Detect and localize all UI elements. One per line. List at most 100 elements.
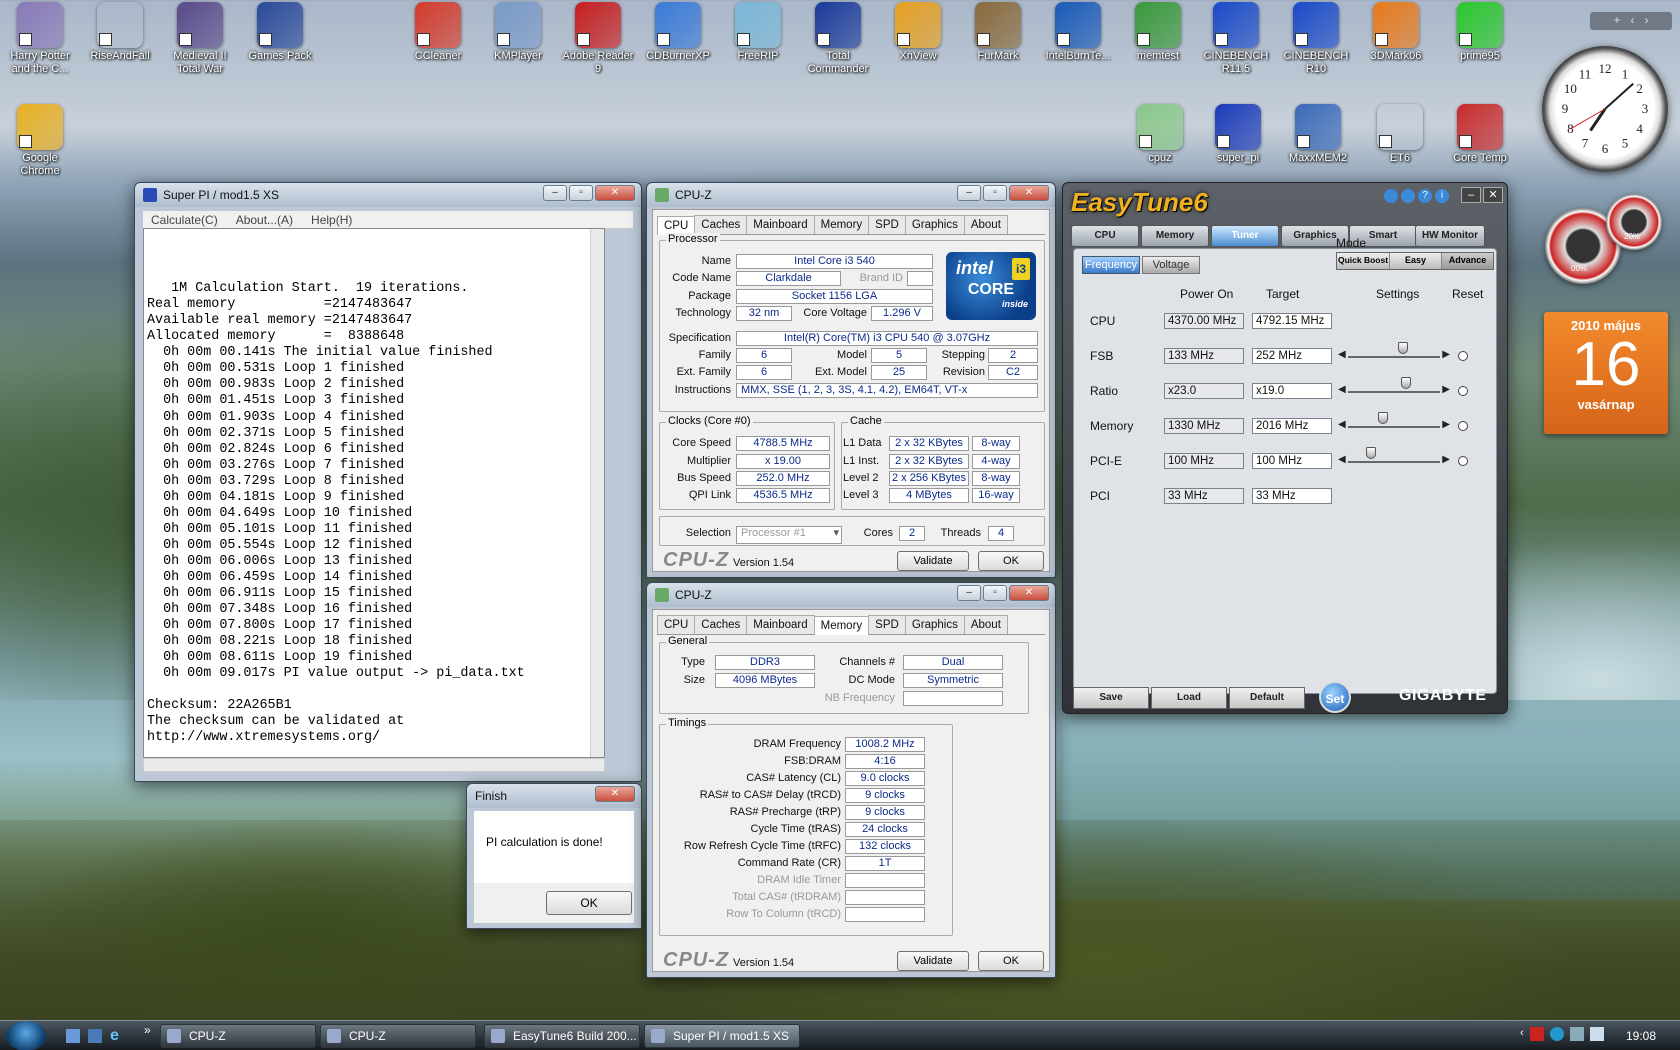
desktop-icon[interactable]: Games Pack <box>242 2 318 63</box>
desktop-icon[interactable]: RiseAndFall <box>82 2 158 63</box>
target-value[interactable]: 33 MHz <box>1252 488 1332 504</box>
tab-about[interactable]: About <box>963 215 1008 234</box>
tab-mainboard[interactable]: Mainboard <box>746 615 815 634</box>
cpuz-cpu-window[interactable]: CPU-Z – ▫ ✕ CPU Caches Mainboard Memory SPD Gra… <box>646 182 1056 578</box>
tab-mainboard[interactable]: Mainboard <box>746 215 815 234</box>
desktop-icon[interactable]: Harry Potter and the C... <box>2 2 78 76</box>
setting-slider-track[interactable]: ◀ ▶ <box>1338 342 1450 360</box>
finish-dialog[interactable]: Finish ✕ PI calculation is done! OK <box>466 783 642 929</box>
menu-about[interactable]: About...(A) <box>236 213 293 227</box>
mode-quick-boost[interactable]: Quick Boost <box>1337 253 1389 269</box>
subtab-voltage[interactable]: Voltage <box>1142 256 1200 274</box>
cpuz-titlebar[interactable]: CPU-Z – ▫ ✕ <box>647 183 1055 207</box>
validate-button[interactable]: Validate <box>897 951 969 971</box>
desktop-icon[interactable]: Adobe Reader 9 <box>560 2 636 76</box>
close-button[interactable]: ✕ <box>595 786 635 802</box>
setting-slider-knob[interactable] <box>1400 377 1411 389</box>
easytune-tab-hw-monitor[interactable]: HW Monitor <box>1415 225 1485 247</box>
desktop-icon[interactable]: Core Temp <box>1442 104 1518 165</box>
ok-button[interactable]: OK <box>978 951 1044 971</box>
desktop-icon[interactable]: MaxxMEM2 <box>1280 104 1356 165</box>
taskbar-clock[interactable]: 19:08 <box>1626 1029 1656 1043</box>
load-button[interactable]: Load <box>1151 687 1227 709</box>
superpi-window[interactable]: Super PI / mod1.5 XS – ▫ ✕ Calculate(C) Ab… <box>134 182 642 782</box>
reset-radio[interactable] <box>1458 351 1468 361</box>
close-button[interactable]: ✕ <box>1009 585 1049 601</box>
easytune-tab-tuner[interactable]: Tuner <box>1211 225 1279 247</box>
tab-caches[interactable]: Caches <box>694 215 748 234</box>
update-icon[interactable] <box>1384 189 1398 203</box>
target-value[interactable]: x19.0 <box>1252 383 1332 399</box>
desktop-icon[interactable]: prime95 <box>1442 2 1518 63</box>
tab-memory[interactable]: Memory <box>813 215 870 234</box>
slider-right-arrow[interactable]: ▶ <box>1442 384 1450 395</box>
tab-about[interactable]: About <box>963 615 1008 634</box>
mode-advance[interactable]: Advance <box>1441 253 1493 269</box>
validate-button[interactable]: Validate <box>897 551 969 571</box>
default-button[interactable]: Default <box>1229 687 1305 709</box>
web-icon[interactable] <box>1401 189 1415 203</box>
easytune-tab-memory[interactable]: Memory <box>1141 225 1209 247</box>
taskbar-item-easytune6[interactable]: EasyTune6 Build 200... <box>484 1024 640 1048</box>
set-button[interactable]: Set <box>1319 681 1351 713</box>
setting-slider-track[interactable]: ◀ ▶ <box>1338 412 1450 430</box>
cpuz-titlebar[interactable]: CPU-Z – ▫ ✕ <box>647 583 1055 607</box>
clock-gadget[interactable]: 12 1 2 3 4 5 6 7 8 9 10 11 <box>1542 46 1668 172</box>
tab-memory[interactable]: Memory <box>813 616 870 635</box>
close-button[interactable]: ✕ <box>1483 187 1503 203</box>
taskbar-item-cpuz-2[interactable]: CPU-Z <box>320 1024 476 1048</box>
selection-dropdown[interactable]: Processor #1 ▾ <box>736 526 842 544</box>
minimize-button[interactable]: – <box>543 185 567 201</box>
switch-windows-icon[interactable] <box>88 1029 102 1043</box>
target-value[interactable]: 2016 MHz <box>1252 418 1332 434</box>
maximize-button[interactable]: ▫ <box>983 585 1007 601</box>
desktop-icon[interactable]: CINEBENCH R11.5 <box>1198 2 1274 76</box>
target-value[interactable]: 252 MHz <box>1252 348 1332 364</box>
slider-left-arrow[interactable]: ◀ <box>1338 384 1346 395</box>
quicklaunch-chevron[interactable]: » <box>144 1023 151 1037</box>
maximize-button[interactable]: ▫ <box>569 185 593 201</box>
easytune-tab-cpu[interactable]: CPU <box>1071 225 1139 247</box>
start-button[interactable] <box>6 1021 46 1050</box>
calendar-gadget[interactable]: 2010 május 16 vasárnap <box>1544 312 1668 434</box>
slider-right-arrow[interactable]: ▶ <box>1442 349 1450 360</box>
vertical-scrollbar[interactable] <box>590 229 604 757</box>
tray-app-icon[interactable] <box>1549 1027 1564 1041</box>
desktop-icon[interactable]: IntelBurnTe... <box>1040 2 1116 63</box>
tab-graphics[interactable]: Graphics <box>904 615 965 634</box>
desktop-icon[interactable]: Total Commander <box>800 2 876 76</box>
cpuz-memory-window[interactable]: CPU-Z – ▫ ✕ CPU Caches Mainboard Memory SPD Gra… <box>646 582 1056 978</box>
tab-spd[interactable]: SPD <box>868 615 906 634</box>
desktop-icon[interactable]: ET6 <box>1362 104 1438 165</box>
desktop-icon[interactable]: FreeRIP <box>720 2 796 63</box>
reset-radio[interactable] <box>1458 456 1468 466</box>
reset-radio[interactable] <box>1458 386 1468 396</box>
easytune6-window[interactable]: EasyTune6 ? i – ✕ CPU Memory Tuner Graphics… <box>1062 182 1508 714</box>
internet-explorer-icon[interactable]: e <box>110 1027 119 1045</box>
setting-slider-track[interactable]: ◀ ▶ <box>1338 377 1450 395</box>
memory-meter-gadget[interactable]: 20% <box>1606 194 1662 250</box>
setting-slider-track[interactable]: ◀ ▶ <box>1338 447 1450 465</box>
desktop-icon[interactable]: CINEBENCH R10 <box>1278 2 1354 76</box>
slider-left-arrow[interactable]: ◀ <box>1338 349 1346 360</box>
slider-left-arrow[interactable]: ◀ <box>1338 419 1346 430</box>
menu-calculate[interactable]: Calculate(C) <box>151 213 218 227</box>
horizontal-scrollbar[interactable] <box>143 758 605 772</box>
tray-network-icon[interactable] <box>1569 1027 1584 1041</box>
ok-button[interactable]: OK <box>978 551 1044 571</box>
minimize-button[interactable]: – <box>957 185 981 201</box>
target-value[interactable]: 100 MHz <box>1252 453 1332 469</box>
setting-slider-knob[interactable] <box>1366 447 1376 459</box>
tab-graphics[interactable]: Graphics <box>904 215 965 234</box>
help-icon[interactable]: ? <box>1418 189 1432 203</box>
save-button[interactable]: Save <box>1073 687 1149 709</box>
sidebar-controls[interactable]: + ‹ › <box>1590 12 1672 30</box>
show-desktop-icon[interactable] <box>66 1029 80 1043</box>
desktop-icon[interactable]: cpuz <box>1122 104 1198 165</box>
desktop-icon[interactable]: CDBurnerXP <box>640 2 716 63</box>
setting-slider-knob[interactable] <box>1377 412 1388 424</box>
slider-right-arrow[interactable]: ▶ <box>1442 419 1450 430</box>
tray-chevron-icon[interactable]: ‹ <box>1520 1027 1524 1041</box>
desktop-icon[interactable]: 3DMark06 <box>1358 2 1434 63</box>
desktop-icon[interactable]: XnView <box>880 2 956 63</box>
